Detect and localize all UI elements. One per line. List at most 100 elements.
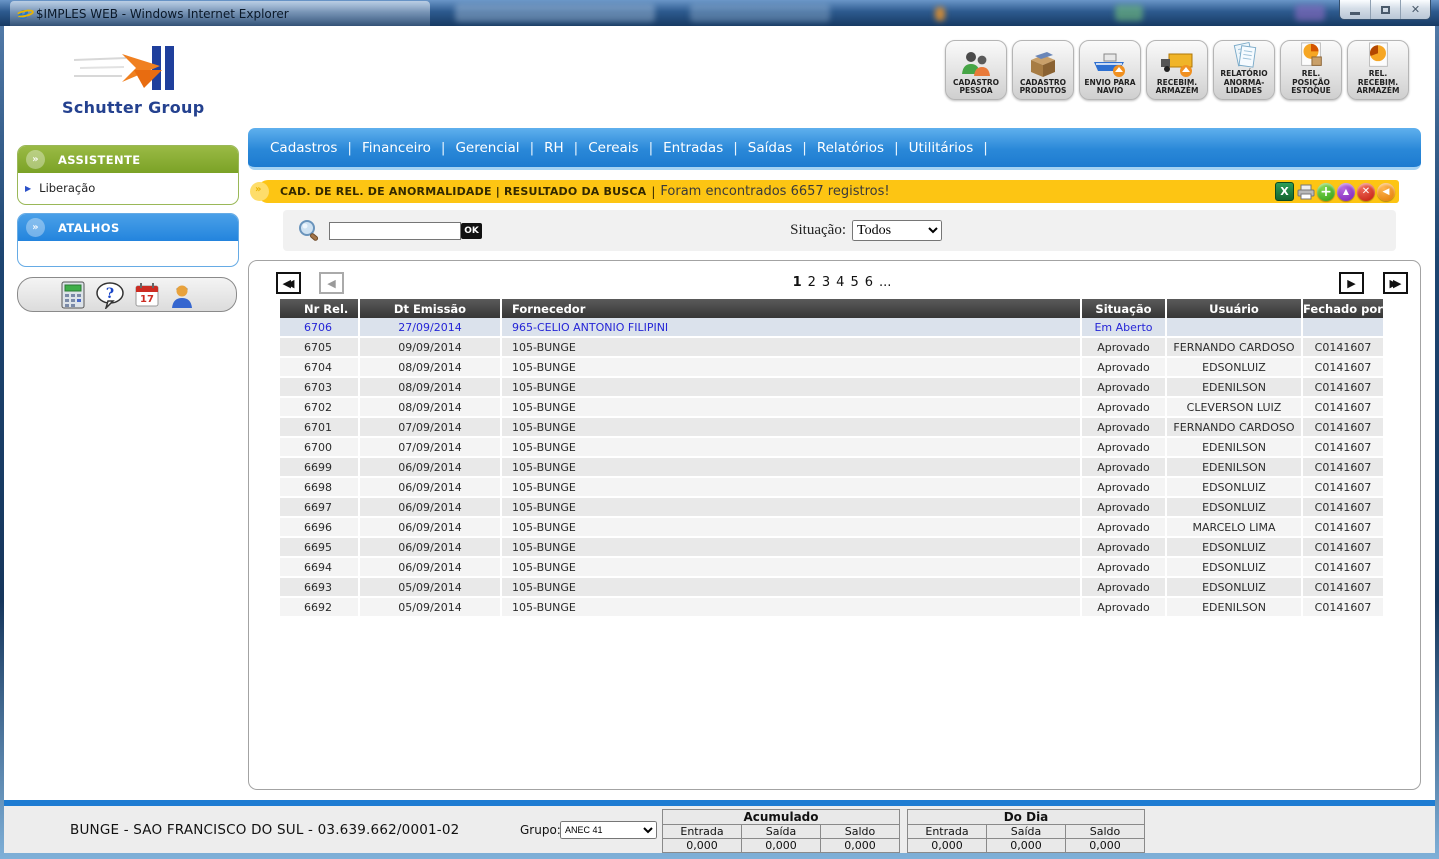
- cell-situacao: Aprovado: [1082, 578, 1167, 598]
- minimize-button[interactable]: [1340, 0, 1370, 19]
- close-button[interactable]: ✕: [1400, 0, 1430, 19]
- cell-nr: 6704: [280, 358, 360, 378]
- cell-dt: 07/09/2014: [360, 418, 502, 438]
- grupo-label: Grupo:: [520, 823, 561, 837]
- status-message: Foram encontrados 6657 registros!: [660, 184, 889, 199]
- cell-situacao: Aprovado: [1082, 478, 1167, 498]
- back-icon[interactable]: ◀: [1377, 183, 1395, 201]
- print-icon[interactable]: [1296, 182, 1315, 201]
- help-icon[interactable]: ?: [95, 281, 125, 309]
- menu-item-cereais[interactable]: Cereais: [584, 140, 642, 156]
- shortcut-cadastro-pessoa-button[interactable]: CADASTRO PESSOA: [945, 40, 1007, 100]
- bullet-arrow-icon: ▶: [25, 184, 31, 193]
- menu-item-utilitários[interactable]: Utilitários: [905, 140, 978, 156]
- schutter-logo-mark: [74, 44, 184, 96]
- browser-window: e $IMPLES WEB - Windows Internet Explore…: [0, 0, 1439, 859]
- page-number[interactable]: 4: [836, 275, 844, 290]
- cell-dt: 05/09/2014: [360, 578, 502, 598]
- menu-item-cadastros[interactable]: Cadastros: [266, 140, 341, 156]
- cell-nr[interactable]: 6706: [280, 318, 360, 338]
- menu-item-gerencial[interactable]: Gerencial: [451, 140, 523, 156]
- cell-fechado: C0141607: [1303, 558, 1385, 578]
- atalhos-header: » ATALHOS: [18, 214, 238, 241]
- cell-fornecedor: 105-BUNGE: [502, 458, 1082, 478]
- menu-item-financeiro[interactable]: Financeiro: [358, 140, 435, 156]
- titlebar[interactable]: e $IMPLES WEB - Windows Internet Explore…: [0, 0, 1439, 26]
- cell-usuario: EDSONLUIZ: [1167, 498, 1303, 518]
- cell-fechado: C0141607: [1303, 338, 1385, 358]
- page-number[interactable]: 3: [822, 275, 830, 290]
- menu-item-rh[interactable]: RH: [540, 140, 568, 156]
- cell-fechado[interactable]: [1303, 318, 1385, 338]
- next-page-button[interactable]: ▶: [1339, 272, 1364, 294]
- calendar-icon[interactable]: 17: [134, 282, 160, 308]
- cell-fechado: C0141607: [1303, 358, 1385, 378]
- table-row: 669906/09/2014105-BUNGEAprovadoEDENILSON…: [280, 458, 1385, 478]
- cell-usuario: EDENILSON: [1167, 598, 1303, 618]
- menu-separator: |: [977, 140, 994, 156]
- table-row: 669305/09/2014105-BUNGEAprovadoEDSONLUIZ…: [280, 578, 1385, 598]
- cell-usuario: EDSONLUIZ: [1167, 478, 1303, 498]
- shortcut-rel-posicao-estoque-button[interactable]: REL. POSIÇÃO ESTOQUE: [1280, 40, 1342, 100]
- search-ok-button[interactable]: OK: [461, 223, 482, 239]
- cell-dt: 06/09/2014: [360, 538, 502, 558]
- chevron-orb-icon: »: [26, 150, 45, 169]
- cell-fornecedor: 105-BUNGE: [502, 378, 1082, 398]
- up-icon[interactable]: ▲: [1337, 183, 1355, 201]
- cell-fornecedor[interactable]: 965-CELIO ANTONIO FILIPINI: [502, 318, 1082, 338]
- page-number-current: 1: [793, 275, 802, 290]
- user-icon[interactable]: [169, 281, 195, 309]
- menu-item-entradas[interactable]: Entradas: [659, 140, 727, 156]
- maximize-button[interactable]: [1370, 0, 1400, 19]
- cell-fornecedor: 105-BUNGE: [502, 578, 1082, 598]
- status-actions: X + ▲ ✕ ◀: [1275, 182, 1395, 201]
- shortcut-envio-para-navio-button[interactable]: ENVIO PARA NAVIO: [1079, 40, 1141, 100]
- acumulado-summary-table: AcumuladoEntradaSaídaSaldo0,0000,0000,00…: [662, 809, 900, 853]
- cell-dt[interactable]: 27/09/2014: [360, 318, 502, 338]
- page-number[interactable]: 5: [850, 275, 858, 290]
- shortcut-recebim-armazem-button[interactable]: RECEBIM. ARMAZÉM: [1146, 40, 1208, 100]
- table-row: 670007/09/2014105-BUNGEAprovadoEDENILSON…: [280, 438, 1385, 458]
- menu-item-relatórios[interactable]: Relatórios: [813, 140, 888, 156]
- cell-fechado: C0141607: [1303, 478, 1385, 498]
- grupo-select[interactable]: ANEC 41: [560, 821, 657, 839]
- page-number[interactable]: 2: [808, 275, 816, 290]
- calculator-icon[interactable]: [60, 281, 86, 309]
- cell-usuario: FERNANDO CARDOSO: [1167, 418, 1303, 438]
- menu-item-saídas[interactable]: Saídas: [744, 140, 796, 156]
- page-number[interactable]: 6: [865, 275, 873, 290]
- cell-dt: 09/09/2014: [360, 338, 502, 358]
- cell-usuario[interactable]: [1167, 318, 1303, 338]
- cell-situacao: Aprovado: [1082, 358, 1167, 378]
- sidebar: » ASSISTENTE ▶ Liberação » ATALHOS: [17, 145, 239, 312]
- cell-usuario: EDSONLUIZ: [1167, 558, 1303, 578]
- cell-nr: 6701: [280, 418, 360, 438]
- cell-usuario: FERNANDO CARDOSO: [1167, 338, 1303, 358]
- do-dia-summary-table: Do DiaEntradaSaídaSaldo0,0000,0000,000: [907, 809, 1145, 853]
- cell-nr: 6694: [280, 558, 360, 578]
- shortcut-rel-recebim-armazem-button[interactable]: REL. RECEBIM. ARMAZÉM: [1347, 40, 1409, 100]
- cell-situacao[interactable]: Em Aberto: [1082, 318, 1167, 338]
- cell-fechado: C0141607: [1303, 578, 1385, 598]
- summary-title: Do Dia: [908, 810, 1145, 825]
- search-input[interactable]: [329, 222, 461, 240]
- add-icon[interactable]: +: [1317, 183, 1335, 201]
- close-record-icon[interactable]: ✕: [1357, 183, 1375, 201]
- shortcut-relatorio-anormalidades-button[interactable]: RELATÓRIO ANORMA- LIDADES: [1213, 40, 1275, 100]
- shortcut-cadastro-produtos-button[interactable]: CADASTRO PRODUTOS: [1012, 40, 1074, 100]
- chevron-orb-icon: »: [26, 218, 45, 237]
- sidebar-item-liberacao[interactable]: ▶ Liberação: [18, 173, 238, 204]
- excel-export-icon[interactable]: X: [1275, 182, 1294, 201]
- table-row: 670107/09/2014105-BUNGEAprovadoFERNANDO …: [280, 418, 1385, 438]
- column-header-5: Fechado por: [1303, 299, 1385, 318]
- cell-situacao: Aprovado: [1082, 438, 1167, 458]
- cell-fechado: C0141607: [1303, 598, 1385, 618]
- cell-situacao: Aprovado: [1082, 498, 1167, 518]
- last-page-button[interactable]: ▶▶: [1383, 272, 1408, 294]
- situacao-select[interactable]: Todos: [852, 220, 942, 241]
- cell-situacao: Aprovado: [1082, 338, 1167, 358]
- app-content: Schutter Group CADASTRO PESSOA CADASTRO …: [4, 26, 1435, 853]
- footer: BUNGE - SAO FRANCISCO DO SUL - 03.639.66…: [4, 806, 1435, 853]
- next-page-icon: ▶: [1347, 277, 1355, 290]
- cell-fornecedor: 105-BUNGE: [502, 598, 1082, 618]
